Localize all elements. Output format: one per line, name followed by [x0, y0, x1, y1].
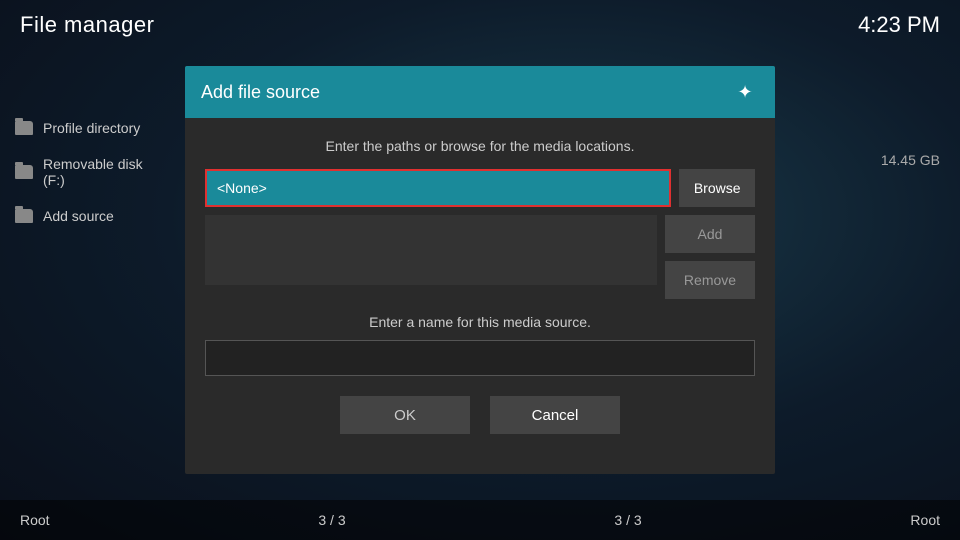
name-instruction: Enter a name for this media source. — [205, 314, 755, 330]
remove-button[interactable]: Remove — [665, 261, 755, 299]
dialog-title: Add file source — [201, 82, 320, 103]
dialog-footer: OK Cancel — [205, 396, 755, 454]
ok-button[interactable]: OK — [340, 396, 470, 434]
side-action-buttons: Add Remove — [665, 215, 755, 299]
path-area: Add Remove — [205, 215, 755, 299]
source-name-input[interactable] — [205, 340, 755, 376]
dialog-overlay: Add file source ✦ Enter the paths or bro… — [0, 0, 960, 540]
none-label: <None> — [217, 180, 267, 196]
browse-button[interactable]: Browse — [679, 169, 755, 207]
add-button[interactable]: Add — [665, 215, 755, 253]
kodi-logo-icon: ✦ — [731, 78, 759, 106]
none-path-input[interactable]: <None> — [205, 169, 671, 207]
add-file-source-dialog: Add file source ✦ Enter the paths or bro… — [185, 66, 775, 474]
kodi-brand-icon: ✦ — [737, 82, 752, 103]
paths-instruction: Enter the paths or browse for the media … — [205, 138, 755, 154]
dialog-header: Add file source ✦ — [185, 66, 775, 118]
path-row: <None> Browse — [205, 169, 755, 207]
cancel-button[interactable]: Cancel — [490, 396, 620, 434]
paths-list — [205, 215, 657, 285]
dialog-body: Enter the paths or browse for the media … — [185, 118, 775, 474]
